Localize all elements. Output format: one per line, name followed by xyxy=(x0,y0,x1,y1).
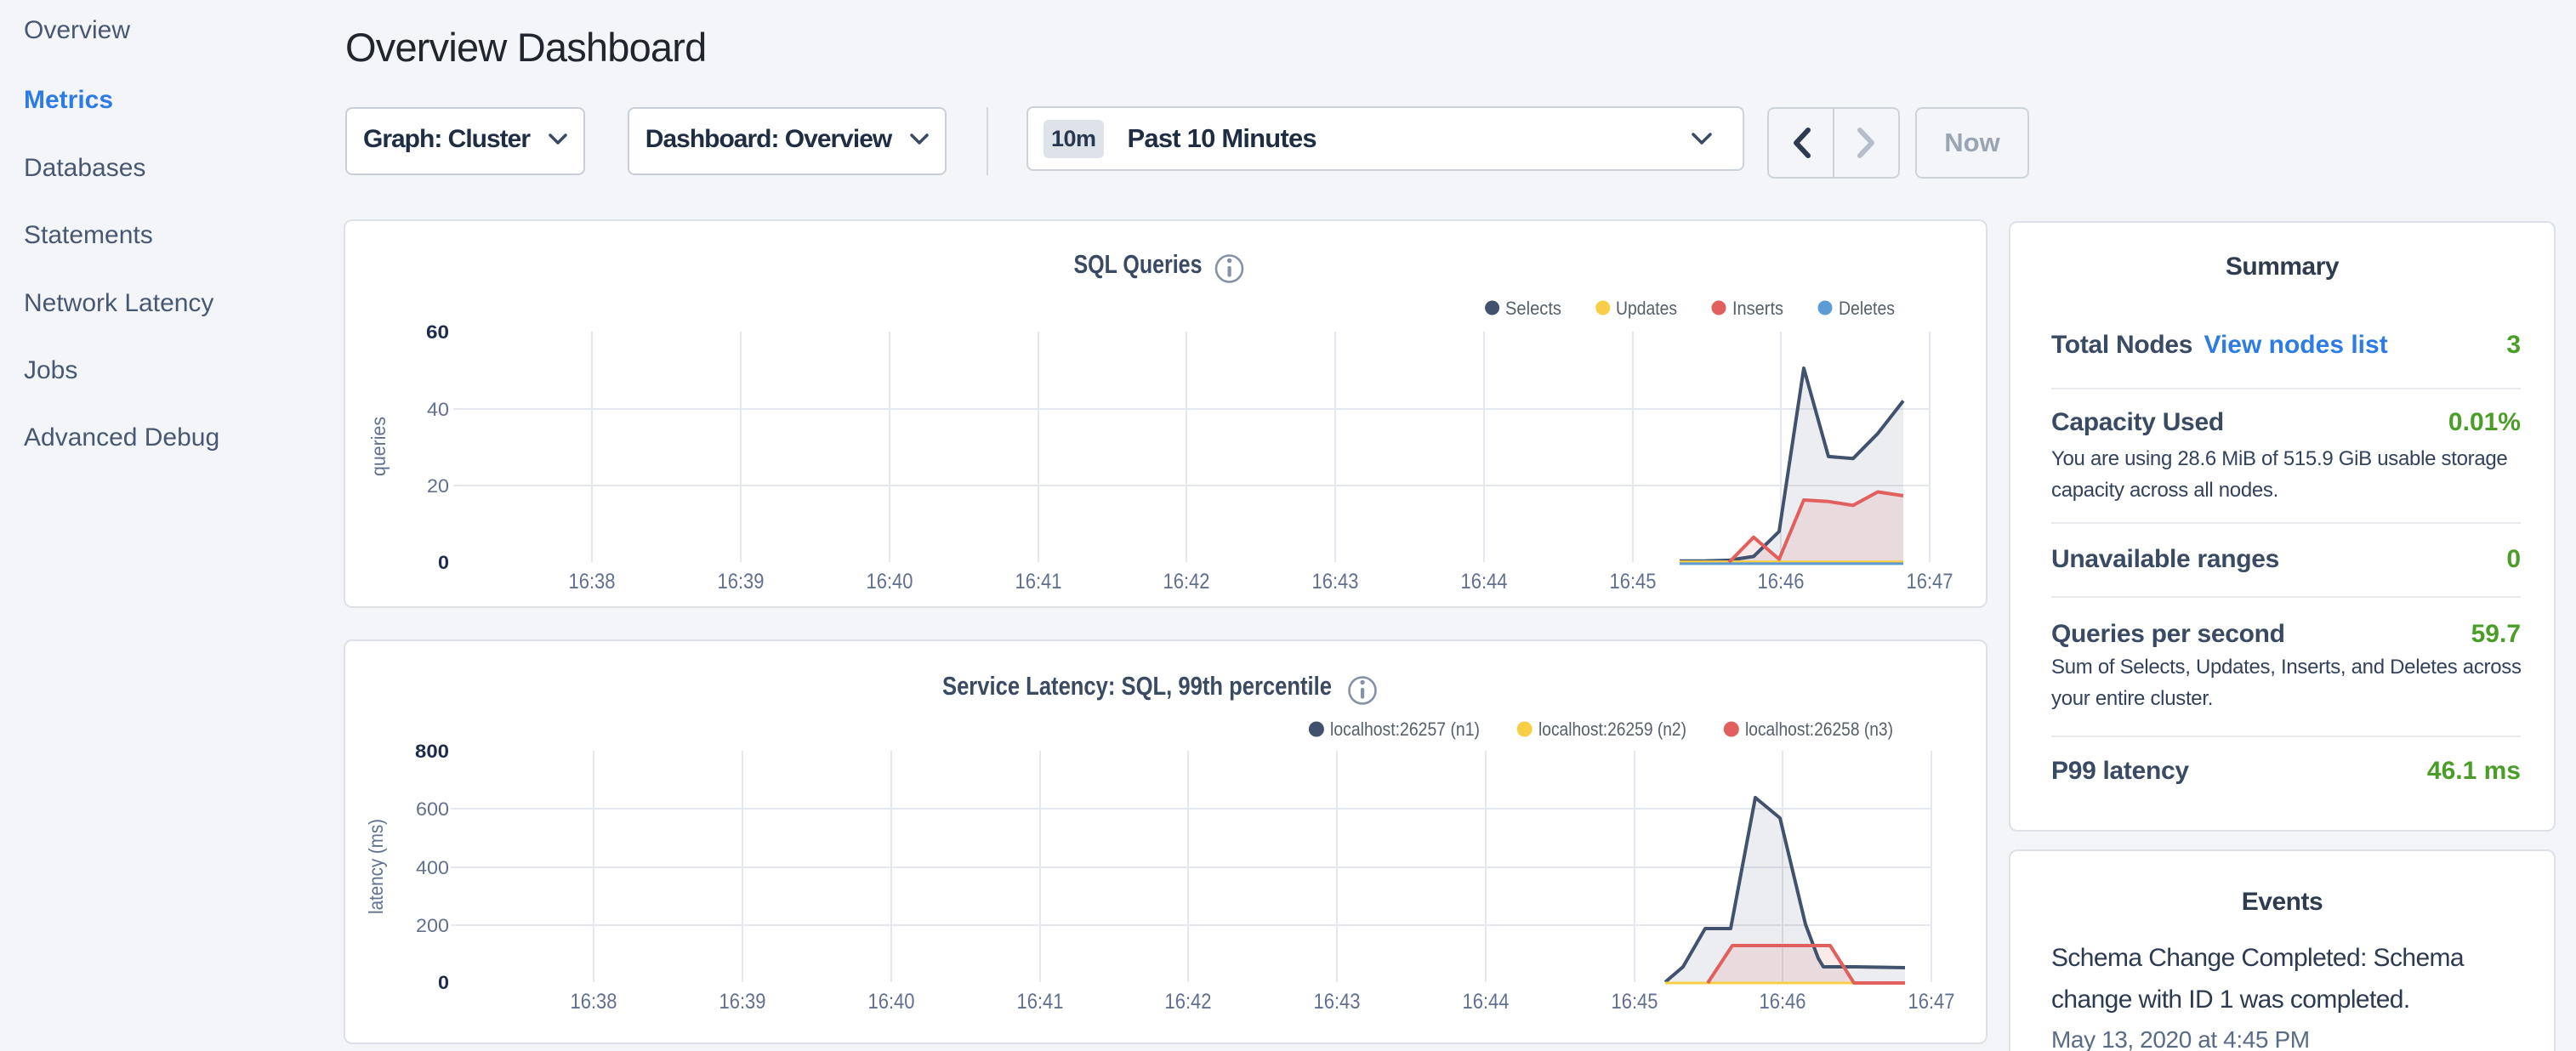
svg-text:20: 20 xyxy=(427,475,449,497)
svg-text:40: 40 xyxy=(427,399,449,420)
svg-text:queries: queries xyxy=(367,417,390,476)
svg-text:localhost:26257 (n1): localhost:26257 (n1) xyxy=(1330,719,1480,740)
svg-text:0: 0 xyxy=(438,552,449,573)
svg-text:16:46: 16:46 xyxy=(1758,570,1805,594)
svg-text:16:46: 16:46 xyxy=(1760,990,1806,1014)
svg-text:600: 600 xyxy=(416,798,449,820)
svg-text:16:41: 16:41 xyxy=(1017,990,1064,1014)
svg-text:latency (ms): latency (ms) xyxy=(365,819,387,914)
svg-text:0: 0 xyxy=(438,972,449,993)
svg-text:localhost:26259 (n2): localhost:26259 (n2) xyxy=(1538,719,1686,740)
svg-text:SQL Queries: SQL Queries xyxy=(1074,249,1203,279)
svg-text:Deletes: Deletes xyxy=(1839,298,1895,319)
svg-text:16:41: 16:41 xyxy=(1015,570,1062,594)
svg-text:Service Latency: SQL, 99th per: Service Latency: SQL, 99th percentile xyxy=(942,671,1332,701)
svg-text:Selects: Selects xyxy=(1505,298,1561,319)
svg-text:800: 800 xyxy=(415,741,449,762)
svg-text:16:44: 16:44 xyxy=(1461,570,1508,594)
svg-text:16:40: 16:40 xyxy=(867,570,913,594)
svg-text:16:38: 16:38 xyxy=(571,990,617,1014)
svg-text:16:40: 16:40 xyxy=(868,990,915,1014)
svg-text:localhost:26258 (n3): localhost:26258 (n3) xyxy=(1745,719,1893,740)
svg-text:16:39: 16:39 xyxy=(718,570,765,594)
svg-text:16:43: 16:43 xyxy=(1314,990,1361,1014)
svg-text:16:47: 16:47 xyxy=(1907,570,1953,594)
svg-text:16:42: 16:42 xyxy=(1163,570,1210,594)
svg-text:16:38: 16:38 xyxy=(569,570,616,594)
svg-text:16:45: 16:45 xyxy=(1610,570,1657,594)
svg-text:400: 400 xyxy=(416,857,449,878)
svg-text:16:45: 16:45 xyxy=(1612,990,1658,1014)
svg-text:16:39: 16:39 xyxy=(719,990,766,1014)
svg-text:16:47: 16:47 xyxy=(1908,990,1955,1014)
svg-text:60: 60 xyxy=(426,321,449,343)
svg-text:Updates: Updates xyxy=(1616,298,1677,319)
svg-text:200: 200 xyxy=(416,915,449,936)
svg-text:Inserts: Inserts xyxy=(1732,298,1783,319)
svg-text:16:44: 16:44 xyxy=(1463,990,1510,1014)
svg-text:16:42: 16:42 xyxy=(1165,990,1212,1014)
svg-text:16:43: 16:43 xyxy=(1312,570,1359,594)
